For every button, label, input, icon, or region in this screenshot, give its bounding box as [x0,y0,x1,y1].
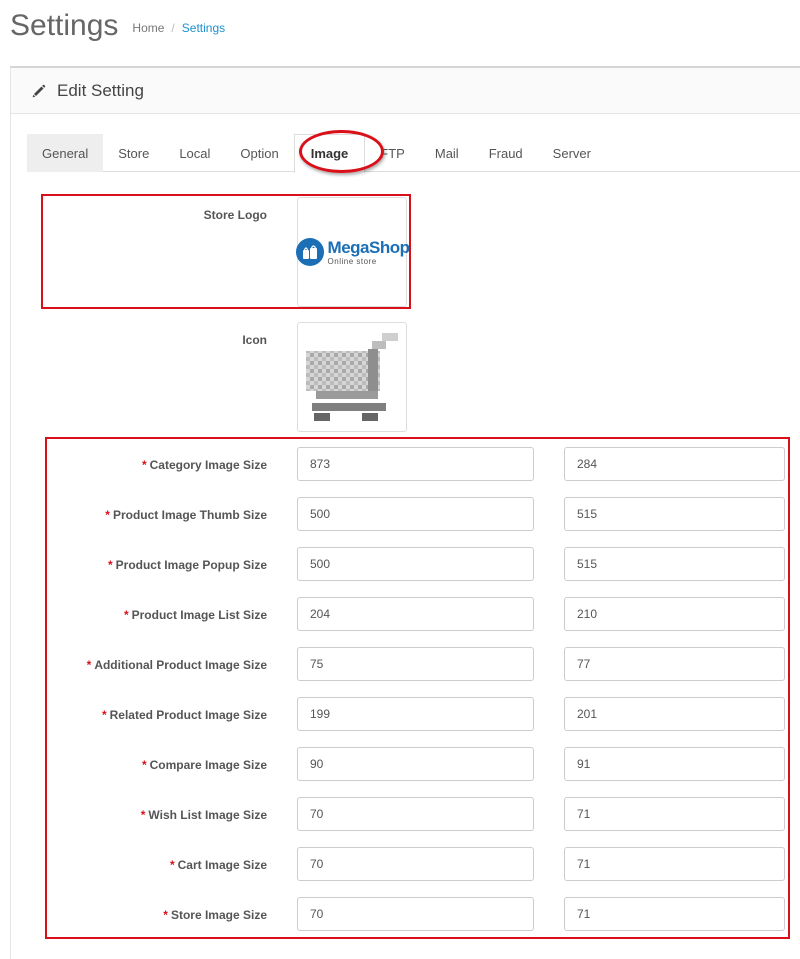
additional-product-image-height-input[interactable] [564,647,785,681]
product-image-thumb-size-label: * Product Image Thumb Size [27,508,267,522]
required-mark: * [141,758,147,772]
required-mark: * [141,458,147,472]
required-mark: * [163,908,168,922]
additional-product-image-size-label: * Additional Product Image Size [27,658,267,672]
tab-image[interactable]: Image [293,134,366,173]
compare-image-height-input[interactable] [564,747,785,781]
field-label-text: Cart Image Size [177,858,267,872]
tab-ftp[interactable]: FTP [365,134,420,172]
field-label-text: Product Image Thumb Size [112,508,267,522]
pencil-icon [31,83,47,99]
additional-product-image-width-input[interactable] [297,647,534,681]
page-header: Settings Home / Settings [10,4,225,44]
field-label-text: Additional Product Image Size [94,658,267,672]
required-mark: * [123,608,129,622]
field-label-text: Product Image Popup Size [115,558,267,572]
field-label-text: Category Image Size [149,458,267,472]
page-title: Settings [10,9,119,42]
related-product-image-height-input[interactable] [564,697,785,731]
tab-option[interactable]: Option [225,134,293,172]
logo-brand: MegaShop [327,237,410,257]
product-image-thumb-height-input[interactable] [564,497,785,531]
store-image-width-input[interactable] [297,897,534,931]
category-image-width-input[interactable] [297,447,534,481]
required-mark: * [107,558,113,572]
shopping-bag-logo-icon [295,238,324,266]
shopping-cart-icon [306,333,398,421]
cart-image-size-label: * Cart Image Size [27,858,267,872]
logo-tagline: Online store [327,256,377,266]
required-mark: * [169,858,175,872]
required-mark: * [105,508,110,522]
related-product-image-width-input[interactable] [297,697,534,731]
required-mark: * [140,808,146,822]
required-mark: * [101,708,107,722]
breadcrumb: Home / Settings [132,21,225,35]
cart-image-height-input[interactable] [564,847,785,881]
product-image-popup-width-input[interactable] [297,547,534,581]
compare-image-width-input[interactable] [297,747,534,781]
cart-image-width-input[interactable] [297,847,534,881]
panel-title: Edit Setting [57,80,144,100]
category-image-height-input[interactable] [564,447,785,481]
store-image-size-label: * Store Image Size [27,908,267,922]
product-image-list-height-input[interactable] [564,597,785,631]
product-image-popup-height-input[interactable] [564,547,785,581]
tab-server[interactable]: Server [538,134,606,172]
breadcrumb-separator: / [171,21,175,35]
field-label-text: Store Image Size [170,908,267,922]
megashop-logo: MegaShop Online store [295,237,410,267]
store-logo-thumbnail[interactable]: MegaShop Online store [295,197,410,307]
field-label-text: Related Product Image Size [109,708,267,722]
field-label-text: Wish List Image Size [148,808,267,822]
product-image-thumb-width-input[interactable] [297,497,534,531]
tab-local[interactable]: Local [164,134,225,172]
breadcrumb-settings-link[interactable]: Settings [182,21,225,35]
field-label-text: Product Image List Size [131,608,267,622]
field-label-text: Compare Image Size [149,758,267,772]
wish-list-image-size-label: * Wish List Image Size [27,808,267,822]
tab-fraud[interactable]: Fraud [474,134,538,172]
breadcrumb-home-link[interactable]: Home [132,21,164,35]
tab-store[interactable]: Store [103,134,164,172]
icon-thumbnail[interactable] [297,322,407,432]
wish-list-image-width-input[interactable] [297,797,534,831]
required-mark: * [86,658,92,672]
product-image-list-width-input[interactable] [297,597,534,631]
store-image-height-input[interactable] [564,897,785,931]
panel-heading: Edit Setting [11,68,800,114]
tab-general[interactable]: General [27,134,104,172]
related-product-image-size-label: * Related Product Image Size [27,708,267,722]
wish-list-image-height-input[interactable] [564,797,785,831]
store-logo-label: Store Logo [203,208,267,222]
compare-image-size-label: * Compare Image Size [27,758,267,772]
icon-label: Icon [242,333,267,347]
logo-brand-text: MegaShop [328,239,410,256]
category-image-size-label: * Category Image Size [27,458,267,472]
product-image-list-size-label: * Product Image List Size [27,608,267,622]
product-image-popup-size-label: * Product Image Popup Size [27,558,267,572]
settings-tabs: General Store Local Option Image FTP Mai… [27,134,800,173]
tab-mail[interactable]: Mail [420,134,474,172]
